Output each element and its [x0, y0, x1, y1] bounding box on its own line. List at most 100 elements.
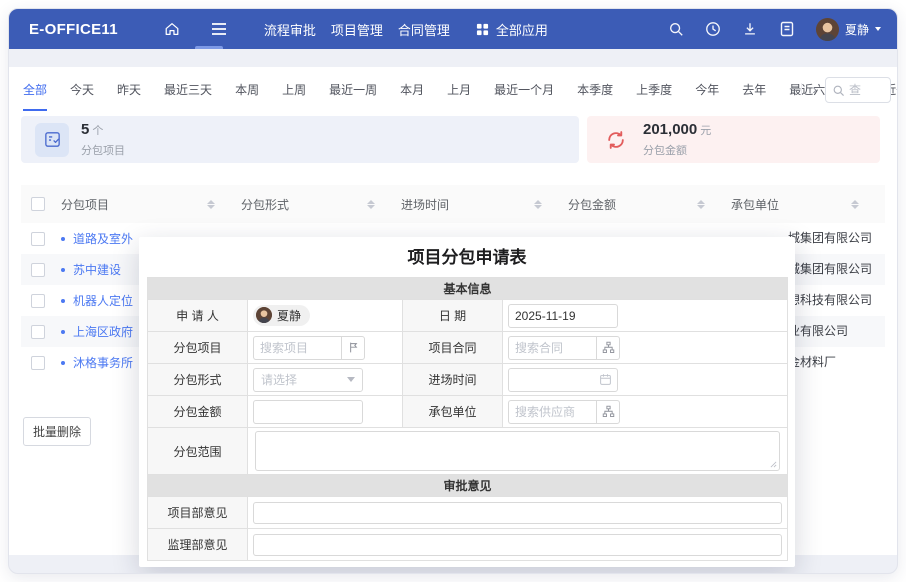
screen: E-OFFICE11 流程审批 项目管理 合同管理 全部应用 [0, 0, 906, 582]
home-icon[interactable] [164, 21, 181, 38]
search-icon [832, 84, 845, 97]
company-cell: 城集团有限公司 [788, 223, 872, 254]
applicant-name: 夏静 [277, 307, 301, 324]
contract-input[interactable] [508, 336, 596, 360]
filter-tab-recentmonth[interactable]: 最近一个月 [494, 81, 554, 111]
unit-label: 承包单位 [403, 396, 503, 428]
stat-value: 201,000 [643, 121, 697, 138]
batch-delete-button[interactable]: 批量删除 [23, 417, 91, 446]
apps-grid-icon [474, 21, 491, 38]
stat-cards: 5个 分包项目 201,000元 分包金额 [21, 116, 880, 163]
row-checkbox[interactable] [31, 232, 45, 246]
supervision-label: 监理部意见 [148, 529, 248, 561]
select-all-checkbox[interactable] [31, 197, 45, 211]
nav-item-contract[interactable]: 合同管理 [398, 20, 450, 39]
project-link[interactable]: 上海区政府 [73, 323, 133, 340]
column-header: 分包项目 [61, 196, 109, 213]
document-icon[interactable] [779, 21, 796, 38]
company-cell: 业有限公司 [788, 316, 848, 347]
app-window: E-OFFICE11 流程审批 项目管理 合同管理 全部应用 [8, 8, 898, 574]
stat-value: 5 [81, 121, 89, 138]
project-dept-input[interactable] [253, 502, 782, 524]
filter-tab-yesterday[interactable]: 昨天 [117, 81, 141, 111]
row-checkbox[interactable] [31, 356, 45, 370]
resize-handle[interactable] [770, 461, 777, 468]
filter-tab-thismonth[interactable]: 本月 [400, 81, 424, 111]
stat-unit: 个 [92, 125, 103, 137]
sitemap-icon[interactable] [596, 336, 620, 360]
date-label: 日 期 [403, 300, 503, 332]
stat-label: 分包金额 [643, 142, 711, 158]
stat-card-amount: 201,000元 分包金额 [587, 116, 880, 163]
nav-item-approval[interactable]: 流程审批 [264, 20, 316, 39]
date-input[interactable] [508, 304, 618, 328]
menu-icon[interactable] [211, 21, 228, 38]
company-cell: 想科技有限公司 [788, 285, 872, 316]
filter-tab-today[interactable]: 今天 [70, 81, 94, 111]
calendar-icon [599, 373, 612, 386]
select-placeholder: 请选择 [261, 371, 297, 388]
section-header-basic: 基本信息 [148, 278, 788, 300]
tabs-more-chevron[interactable]: › [801, 83, 817, 95]
row-checkbox[interactable] [31, 263, 45, 277]
filter-tab-thisweek[interactable]: 本周 [235, 81, 259, 111]
unit-input[interactable] [508, 400, 596, 424]
project-dept-label: 项目部意见 [148, 497, 248, 529]
form-type-label: 分包形式 [148, 364, 248, 396]
applicant-chip[interactable]: 夏静 [253, 305, 310, 326]
all-apps-button[interactable]: 全部应用 [474, 20, 548, 39]
scope-textarea[interactable] [255, 431, 780, 471]
row-checkbox[interactable] [31, 294, 45, 308]
company-cell: 城集团有限公司 [788, 254, 872, 285]
stat-card-projects: 5个 分包项目 [21, 116, 579, 163]
bullet-icon [61, 361, 65, 365]
table-header: 分包项目 分包形式 进场时间 分包金额 承包单位 [21, 185, 885, 223]
supervision-input[interactable] [253, 534, 782, 556]
project-link[interactable]: 沐格事务所 [73, 354, 133, 371]
project-link[interactable]: 苏中建设 [73, 261, 121, 278]
filter-tab-last3days[interactable]: 最近三天 [164, 81, 212, 111]
project-link[interactable]: 机器人定位 [73, 292, 133, 309]
filter-tab-lastquarter[interactable]: 上季度 [636, 81, 672, 111]
sort-icon[interactable] [367, 200, 375, 209]
filter-tab-thisyear[interactable]: 今年 [695, 81, 719, 111]
clock-icon[interactable] [705, 21, 722, 38]
sort-icon[interactable] [207, 200, 215, 209]
bullet-icon [61, 268, 65, 272]
project-list-icon [35, 123, 69, 157]
filter-tab-lastyear[interactable]: 去年 [742, 81, 766, 111]
download-icon[interactable] [742, 21, 759, 38]
all-apps-label: 全部应用 [496, 20, 548, 39]
filter-tab-lastmonth[interactable]: 上月 [447, 81, 471, 111]
filter-tab-thisquarter[interactable]: 本季度 [577, 81, 613, 111]
column-header: 分包形式 [241, 196, 289, 213]
section-header-approval: 审批意见 [148, 475, 788, 497]
project-picker-icon[interactable] [341, 336, 365, 360]
filter-tab-recentweek[interactable]: 最近一周 [329, 81, 377, 111]
search-icon[interactable] [668, 21, 685, 38]
sort-icon[interactable] [697, 200, 705, 209]
nav-item-project[interactable]: 项目管理 [331, 20, 383, 39]
filter-tab-lastweek[interactable]: 上周 [282, 81, 306, 111]
row-checkbox[interactable] [31, 325, 45, 339]
amount-input[interactable] [253, 400, 363, 424]
project-link[interactable]: 道路及室外 [73, 230, 133, 247]
column-header: 进场时间 [401, 196, 449, 213]
list-search-box[interactable] [825, 77, 891, 103]
sitemap-icon[interactable] [596, 400, 620, 424]
contract-label: 项目合同 [403, 332, 503, 364]
applicant-avatar [256, 307, 272, 323]
column-header: 承包单位 [731, 196, 779, 213]
nav-actions: 夏静 [668, 18, 881, 41]
filter-tab-all[interactable]: 全部 [23, 81, 47, 111]
form-type-select[interactable]: 请选择 [253, 368, 363, 392]
sub-project-input[interactable] [253, 336, 341, 360]
user-menu[interactable]: 夏静 [816, 18, 881, 41]
sort-icon[interactable] [851, 200, 859, 209]
sort-icon[interactable] [534, 200, 542, 209]
bullet-icon [61, 330, 65, 334]
search-input[interactable] [849, 83, 889, 97]
company-cell: 金材料厂 [788, 347, 836, 378]
brand-logo: E-OFFICE11 [29, 21, 118, 38]
applicant-label: 申 请 人 [148, 300, 248, 332]
